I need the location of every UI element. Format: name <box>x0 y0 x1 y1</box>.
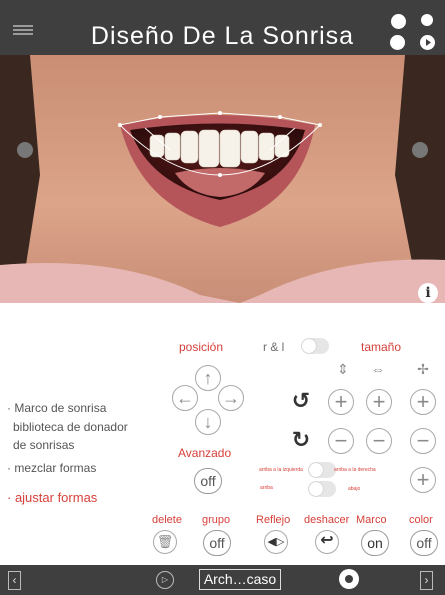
move-left-button[interactable]: ← <box>172 385 198 411</box>
marco-label: Marco <box>356 514 387 526</box>
deshacer-label: deshacer <box>304 514 350 526</box>
rotate-clockwise-icon[interactable]: ↻ <box>290 427 312 453</box>
all-direction-resize-icon: ✢ <box>417 361 429 377</box>
next-icon[interactable]: › <box>420 571 433 590</box>
page-title: Diseño De La Sonrisa <box>90 22 355 50</box>
delete-label: delete <box>152 514 182 526</box>
left-up-toggle[interactable] <box>308 462 336 478</box>
up-label: arriba <box>260 485 273 491</box>
avanzado-toggle[interactable]: off <box>194 468 222 494</box>
smile-photo[interactable] <box>0 55 445 303</box>
record-button[interactable] <box>339 569 359 589</box>
rotate-counterclockwise-icon[interactable]: ↺ <box>290 388 312 414</box>
grupo-toggle[interactable]: off <box>203 530 231 556</box>
menu-ajustar-formas[interactable]: · ajustar formas <box>7 490 97 505</box>
right-up-label: arriba a la derecha <box>334 467 376 473</box>
up-down-toggle[interactable] <box>308 481 336 497</box>
move-down-button[interactable]: ↓ <box>195 409 221 435</box>
menu-marco-de-sonrisa[interactable]: · Marco de sonrisa <box>7 401 106 415</box>
trash-icon[interactable]: 🗑 <box>153 530 177 554</box>
decrease-height-button[interactable]: − <box>328 428 354 454</box>
left-up-label: arriba a la izquierda <box>259 467 303 473</box>
menu-biblioteca-line1[interactable]: biblioteca de donador <box>13 420 128 434</box>
tamano-label: tamaño <box>361 340 402 354</box>
down-label: abajo <box>348 486 361 492</box>
vertical-resize-icon: ⇕ <box>337 361 349 377</box>
undo-icon[interactable]: ↩ <box>315 530 339 554</box>
lock-icon[interactable] <box>390 35 405 50</box>
watermark-icon[interactable] <box>421 14 433 26</box>
marco-toggle[interactable]: on <box>361 530 389 556</box>
menu-mezclar-formas[interactable]: · mezclar formas <box>7 461 96 475</box>
color-label: color <box>409 514 433 526</box>
info-icon[interactable]: i <box>418 283 438 303</box>
menu-biblioteca-line2[interactable]: de sonrisas <box>13 438 74 452</box>
mirror-icon[interactable]: ◀▷ <box>264 530 288 554</box>
decrease-width-button[interactable]: − <box>366 428 392 454</box>
r-and-l-toggle[interactable] <box>301 338 329 354</box>
move-right-button[interactable]: → <box>218 385 244 411</box>
avanzado-label: Avanzado <box>178 446 232 460</box>
r-and-l-label: r & l <box>263 340 285 354</box>
posicion-label: posición <box>179 340 224 354</box>
horizontal-resize-icon: ⇔ <box>371 361 385 377</box>
layers-icon[interactable] <box>391 14 406 29</box>
reflejo-label: Reflejo <box>256 514 291 526</box>
increase-height-button[interactable]: + <box>328 389 354 415</box>
previous-icon[interactable]: ‹ <box>8 571 21 590</box>
move-up-button[interactable]: ↑ <box>195 365 221 391</box>
color-toggle[interactable]: off <box>410 530 438 556</box>
grupo-label: grupo <box>202 514 231 526</box>
add-button[interactable]: + <box>410 467 436 493</box>
play-icon[interactable] <box>420 35 435 50</box>
title-bar: Diseño De La Sonrisa <box>0 0 445 55</box>
increase-size-button[interactable]: + <box>410 389 436 415</box>
increase-width-button[interactable]: + <box>366 389 392 415</box>
decrease-size-button[interactable]: − <box>410 428 436 454</box>
file-name-field[interactable]: Arch…caso <box>199 569 281 590</box>
play-circle-icon[interactable]: ▷ <box>156 571 174 589</box>
